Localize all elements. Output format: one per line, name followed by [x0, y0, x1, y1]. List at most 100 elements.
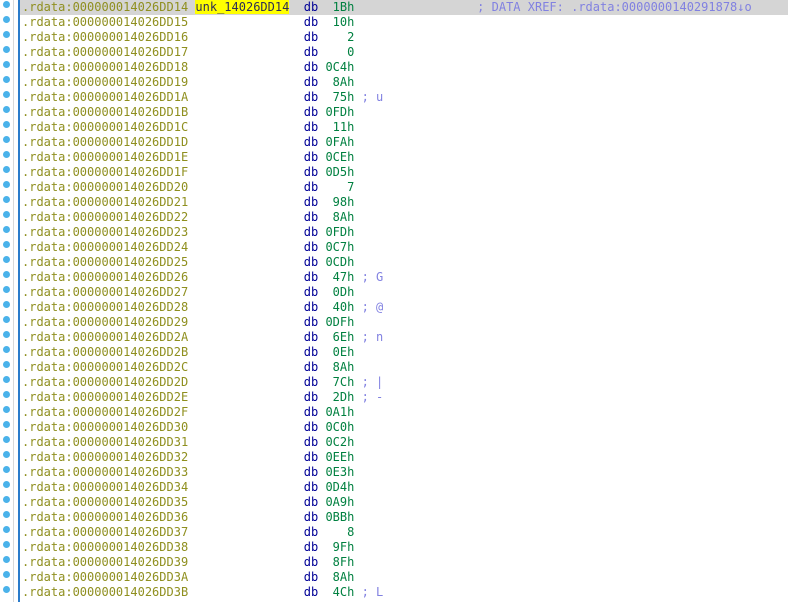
line-marker-gutter[interactable] [0, 0, 20, 602]
byte-value[interactable]: 10h [318, 15, 354, 29]
listing-row[interactable]: .rdata:000000014026DD33 db 0E3h [20, 465, 788, 480]
byte-value[interactable]: 8Ah [318, 210, 354, 224]
byte-value[interactable]: 6Eh [318, 330, 354, 344]
byte-value[interactable]: 0BBh [318, 510, 354, 524]
listing-row[interactable]: .rdata:000000014026DD32 db 0EEh [20, 450, 788, 465]
listing-row[interactable]: .rdata:000000014026DD38 db 9Fh [20, 540, 788, 555]
byte-value[interactable]: 9Fh [318, 540, 354, 554]
byte-value[interactable]: 2 [318, 30, 354, 44]
mnemonic[interactable]: db [304, 195, 318, 209]
mnemonic[interactable]: db [304, 240, 318, 254]
listing-row[interactable]: .rdata:000000014026DD23 db 0FDh [20, 225, 788, 240]
listing-row[interactable]: .rdata:000000014026DD28 db 40h ; @ [20, 300, 788, 315]
listing-row[interactable]: .rdata:000000014026DD2A db 6Eh ; n [20, 330, 788, 345]
address[interactable]: .rdata:000000014026DD38 [22, 540, 188, 554]
byte-value[interactable]: 75h [318, 90, 354, 104]
listing-row[interactable]: .rdata:000000014026DD1D db 0FAh [20, 135, 788, 150]
byte-value[interactable]: 40h [318, 300, 354, 314]
listing-row[interactable]: .rdata:000000014026DD31 db 0C2h [20, 435, 788, 450]
byte-value[interactable]: 11h [318, 120, 354, 134]
listing-row[interactable]: .rdata:000000014026DD14 unk_14026DD14 db… [20, 0, 788, 15]
address[interactable]: .rdata:000000014026DD20 [22, 180, 188, 194]
byte-value[interactable]: 0C7h [318, 240, 354, 254]
address[interactable]: .rdata:000000014026DD19 [22, 75, 188, 89]
listing-row[interactable]: .rdata:000000014026DD15 db 10h [20, 15, 788, 30]
mnemonic[interactable]: db [304, 480, 318, 494]
mnemonic[interactable]: db [304, 135, 318, 149]
address[interactable]: .rdata:000000014026DD1F [22, 165, 188, 179]
mnemonic[interactable]: db [304, 285, 318, 299]
address[interactable]: .rdata:000000014026DD3A [22, 570, 188, 584]
dummy-name-highlighted[interactable]: unk_14026DD14 [195, 0, 289, 14]
byte-value[interactable]: 8Ah [318, 570, 354, 584]
address[interactable]: .rdata:000000014026DD15 [22, 15, 188, 29]
mnemonic[interactable]: db [304, 495, 318, 509]
mnemonic[interactable]: db [304, 555, 318, 569]
byte-value[interactable]: 7 [318, 180, 354, 194]
byte-value[interactable]: 0A9h [318, 495, 354, 509]
mnemonic[interactable]: db [304, 315, 318, 329]
mnemonic[interactable]: db [304, 390, 318, 404]
byte-value[interactable]: 7Ch [318, 375, 354, 389]
address[interactable]: .rdata:000000014026DD26 [22, 270, 188, 284]
address[interactable]: .rdata:000000014026DD14 [22, 0, 188, 14]
address[interactable]: .rdata:000000014026DD22 [22, 210, 188, 224]
mnemonic[interactable]: db [304, 510, 318, 524]
listing-row[interactable]: .rdata:000000014026DD2B db 0Eh [20, 345, 788, 360]
address[interactable]: .rdata:000000014026DD37 [22, 525, 188, 539]
address[interactable]: .rdata:000000014026DD2E [22, 390, 188, 404]
address[interactable]: .rdata:000000014026DD16 [22, 30, 188, 44]
address[interactable]: .rdata:000000014026DD29 [22, 315, 188, 329]
mnemonic[interactable]: db [304, 375, 318, 389]
byte-value[interactable]: 8Ah [318, 75, 354, 89]
address[interactable]: .rdata:000000014026DD21 [22, 195, 188, 209]
mnemonic[interactable]: db [304, 105, 318, 119]
byte-value[interactable]: 0D4h [318, 480, 354, 494]
byte-value[interactable]: 0C0h [318, 420, 354, 434]
mnemonic[interactable]: db [304, 255, 318, 269]
mnemonic[interactable]: db [304, 180, 318, 194]
mnemonic[interactable]: db [304, 405, 318, 419]
address[interactable]: .rdata:000000014026DD17 [22, 45, 188, 59]
listing-row[interactable]: .rdata:000000014026DD20 db 7 [20, 180, 788, 195]
listing-row[interactable]: .rdata:000000014026DD2E db 2Dh ; - [20, 390, 788, 405]
mnemonic[interactable]: db [304, 60, 318, 74]
byte-value[interactable]: 0DFh [318, 315, 354, 329]
address[interactable]: .rdata:000000014026DD28 [22, 300, 188, 314]
address[interactable]: .rdata:000000014026DD1E [22, 150, 188, 164]
byte-value[interactable]: 0E3h [318, 465, 354, 479]
listing-row[interactable]: .rdata:000000014026DD29 db 0DFh [20, 315, 788, 330]
listing-row[interactable]: .rdata:000000014026DD37 db 8 [20, 525, 788, 540]
listing-row[interactable]: .rdata:000000014026DD24 db 0C7h [20, 240, 788, 255]
mnemonic[interactable]: db [304, 585, 318, 599]
listing-row[interactable]: .rdata:000000014026DD3A db 8Ah [20, 570, 788, 585]
listing-row[interactable]: .rdata:000000014026DD34 db 0D4h [20, 480, 788, 495]
address[interactable]: .rdata:000000014026DD24 [22, 240, 188, 254]
address[interactable]: .rdata:000000014026DD1B [22, 105, 188, 119]
mnemonic[interactable]: db [304, 570, 318, 584]
mnemonic[interactable]: db [304, 75, 318, 89]
address[interactable]: .rdata:000000014026DD33 [22, 465, 188, 479]
listing-row[interactable]: .rdata:000000014026DD1E db 0CEh [20, 150, 788, 165]
address[interactable]: .rdata:000000014026DD23 [22, 225, 188, 239]
byte-value[interactable]: 2Dh [318, 390, 354, 404]
byte-value[interactable]: 98h [318, 195, 354, 209]
address[interactable]: .rdata:000000014026DD32 [22, 450, 188, 464]
address[interactable]: .rdata:000000014026DD1C [22, 120, 188, 134]
mnemonic[interactable]: db [304, 300, 318, 314]
listing-row[interactable]: .rdata:000000014026DD22 db 8Ah [20, 210, 788, 225]
byte-value[interactable]: 0FDh [318, 105, 354, 119]
address[interactable]: .rdata:000000014026DD2B [22, 345, 188, 359]
listing-row[interactable]: .rdata:000000014026DD36 db 0BBh [20, 510, 788, 525]
address[interactable]: .rdata:000000014026DD2C [22, 360, 188, 374]
byte-value[interactable]: 0CEh [318, 150, 354, 164]
address[interactable]: .rdata:000000014026DD2D [22, 375, 188, 389]
listing-row[interactable]: .rdata:000000014026DD17 db 0 [20, 45, 788, 60]
listing-row[interactable]: .rdata:000000014026DD26 db 47h ; G [20, 270, 788, 285]
listing-row[interactable]: .rdata:000000014026DD18 db 0C4h [20, 60, 788, 75]
byte-value[interactable]: 0 [318, 45, 354, 59]
address[interactable]: .rdata:000000014026DD1A [22, 90, 188, 104]
mnemonic[interactable]: db [304, 435, 318, 449]
byte-value[interactable]: 0CDh [318, 255, 354, 269]
listing-row[interactable]: .rdata:000000014026DD35 db 0A9h [20, 495, 788, 510]
